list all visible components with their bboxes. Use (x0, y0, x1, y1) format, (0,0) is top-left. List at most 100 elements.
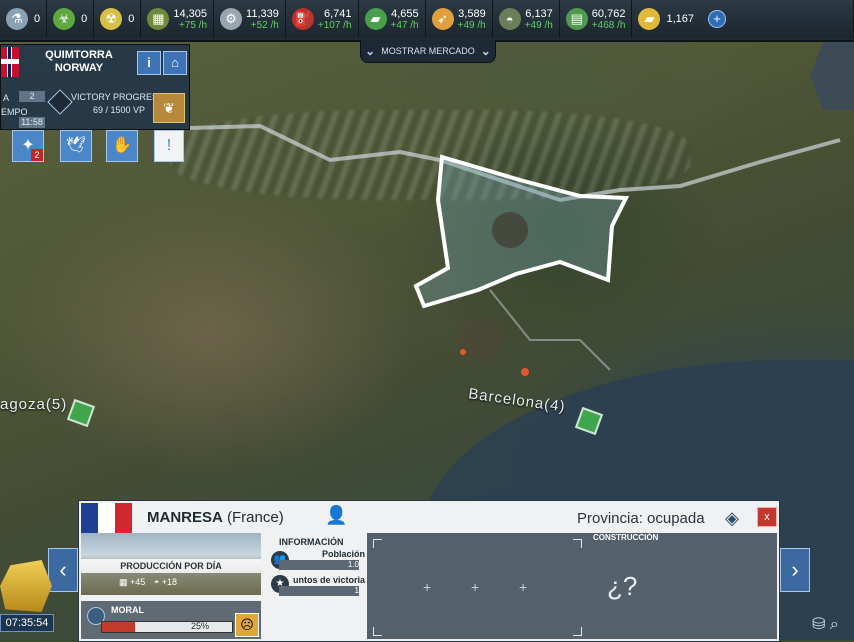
population-value: 1.0 (279, 560, 359, 570)
province-name: MANRESA (147, 509, 223, 526)
moral-section: MORAL 25% ☹ (81, 601, 261, 639)
moral-fill (102, 622, 135, 632)
laurel-icon[interactable]: ❦ (153, 93, 185, 123)
flask-icon: ⚗ (6, 8, 28, 30)
resource-rate: +47 /h (390, 19, 419, 31)
production-row: ▦ +45 ◓ +18 (119, 577, 177, 588)
trophy-icon (47, 89, 73, 115)
database-icon[interactable]: ⛁ (812, 616, 825, 633)
corner-mark (373, 627, 382, 636)
rocket-icon: ➶ (431, 8, 454, 30)
production-item-1: +45 (130, 577, 146, 587)
home-province-name: QUIMTORRA NORWAY (45, 49, 113, 74)
money-stack-icon: ▤ (565, 8, 588, 30)
unknown-construction: ¿? (607, 571, 638, 601)
construction-section[interactable]: CONSTRUCCIÓN + + + ¿? (367, 533, 777, 639)
resource-fuel-can[interactable]: ⛽ 6,741 +107 /h (285, 0, 359, 38)
resource-money-stack[interactable]: ▤ 60,762 +468 /h (559, 0, 633, 38)
resource-amount: 11,339 (246, 7, 279, 20)
resource-rate: +52 /h (250, 19, 279, 31)
game-timer: 07:35:54 (0, 614, 54, 632)
chevron-down-icon: ⌄ (480, 44, 491, 58)
row-a-value: 2 (19, 91, 45, 102)
helmet-icon: ◓ (153, 577, 160, 587)
helmet-icon: ◓ (498, 8, 521, 30)
slot-plus[interactable]: + (519, 579, 527, 595)
resource-rocket[interactable]: ➶ 3,589 +49 /h (425, 0, 493, 38)
resource-rate: +468 /h (591, 19, 626, 31)
resource-nuclear[interactable]: ☢ 0 (94, 0, 142, 38)
slot-plus[interactable]: + (471, 579, 479, 595)
gear-icon: ⚙ (220, 8, 243, 30)
resource-rate: +75 /h (178, 19, 208, 31)
resource-amount: 6,741 (323, 7, 352, 20)
home-province-panel: QUIMTORRA NORWAY i ⌂ A 2 EMPO 11:58 VICT… (0, 44, 190, 130)
resource-amount: 0 (128, 13, 135, 25)
sad-face-icon: ☹ (235, 613, 259, 637)
moral-bar (101, 621, 233, 633)
resource-amount: 6,137 (525, 7, 553, 20)
resource-cash[interactable]: ▰ 4,655 +47 /h (358, 0, 426, 38)
info-button[interactable]: i (137, 51, 161, 75)
diamond-icon[interactable]: ◈ (721, 507, 743, 529)
information-header: INFORMACIÓN (279, 537, 344, 547)
telescope-button[interactable]: ✦ 2 (12, 130, 44, 162)
province-status: Provincia: ocupada (577, 510, 705, 527)
biohazard-flask-icon: ☣ (53, 8, 76, 30)
resource-helmet[interactable]: ◓ 6,137 +49 /h (492, 0, 560, 38)
information-section: INFORMACIÓN 👥 Población 1.0 ★ untos de v… (265, 533, 365, 639)
person-icon[interactable]: 👤 (325, 505, 349, 529)
close-button[interactable]: x (757, 507, 777, 527)
victory-points-value: 1 (279, 586, 359, 596)
resource-rate: +49 /h (457, 19, 486, 31)
next-province-button[interactable]: › (780, 548, 810, 592)
moral-label: MORAL (111, 605, 144, 615)
resource-amount: 3,589 (458, 7, 486, 20)
construction-header: CONSTRUCCIÓN (593, 533, 659, 542)
production-item-2: +18 (161, 577, 178, 587)
resource-ammo-crate[interactable]: ▦ 14,305 +75 /h (141, 0, 215, 38)
victory-points-label: untos de victoria (292, 575, 365, 585)
handshake-button[interactable]: ✋ (106, 130, 138, 162)
gold-bars-icon: ▰ (638, 8, 661, 30)
resource-biohazard-flask[interactable]: ☣ 0 (47, 0, 95, 38)
corner-mark (373, 539, 382, 548)
victory-progress-value: 69 / 1500 VP (93, 105, 146, 115)
ammo-crate-icon: ▦ (147, 8, 170, 30)
cash-icon: ▰ (364, 8, 387, 30)
resource-amount: 0 (34, 13, 41, 25)
slot-plus[interactable]: + (423, 579, 431, 595)
search-icon[interactable]: ⌕ (830, 616, 839, 633)
chevron-down-icon: ⌄ (365, 44, 376, 58)
province-info-panel: MANRESA (France) 👤 Provincia: ocupada ◈ … (78, 500, 780, 642)
home-button[interactable]: ⌂ (163, 51, 187, 75)
resource-amount: 1,167 (666, 13, 694, 25)
resource-amount: 14,305 (173, 7, 208, 20)
resource-gear[interactable]: ⚙ 11,339 +52 /h (214, 0, 286, 38)
corner-mark (573, 627, 582, 636)
nuclear-icon: ☢ (100, 8, 123, 30)
ammo-crate-icon: ▦ (119, 577, 128, 587)
resource-gold-bars[interactable]: ▰ 1,167 + (632, 0, 854, 38)
fuel-can-icon: ⛽ (291, 8, 314, 30)
alert-button[interactable]: ! (154, 130, 184, 162)
resource-flask[interactable]: ⚗ 0 (0, 0, 48, 38)
show-market-label: MOSTRAR MERCADO (381, 46, 475, 56)
population-label: Población (321, 549, 365, 559)
dove-button[interactable]: 🕊 (60, 130, 92, 162)
bottom-right-icons: ⛁ ⌕ (812, 614, 854, 640)
corner-mark (573, 539, 582, 548)
province-country: (France) (227, 509, 284, 526)
show-market-button[interactable]: ⌄ MOSTRAR MERCADO ⌄ (360, 40, 496, 63)
city-label-zaragoza[interactable]: agoza(5) (0, 396, 67, 413)
production-label: PRODUCCIÓN POR DÍA (81, 559, 261, 573)
norway-flag (1, 47, 19, 77)
resource-rate: +107 /h (317, 19, 352, 31)
victory-progress-label: VICTORY PROGRESS (71, 92, 165, 102)
resource-amount: 4,655 (391, 7, 419, 20)
previous-province-button[interactable]: ‹ (48, 548, 78, 592)
row-a-label: A (3, 93, 10, 103)
add-gold-button[interactable]: + (707, 10, 726, 28)
resource-amount: 60,762 (591, 7, 626, 20)
resource-rate: +49 /h (524, 19, 553, 31)
